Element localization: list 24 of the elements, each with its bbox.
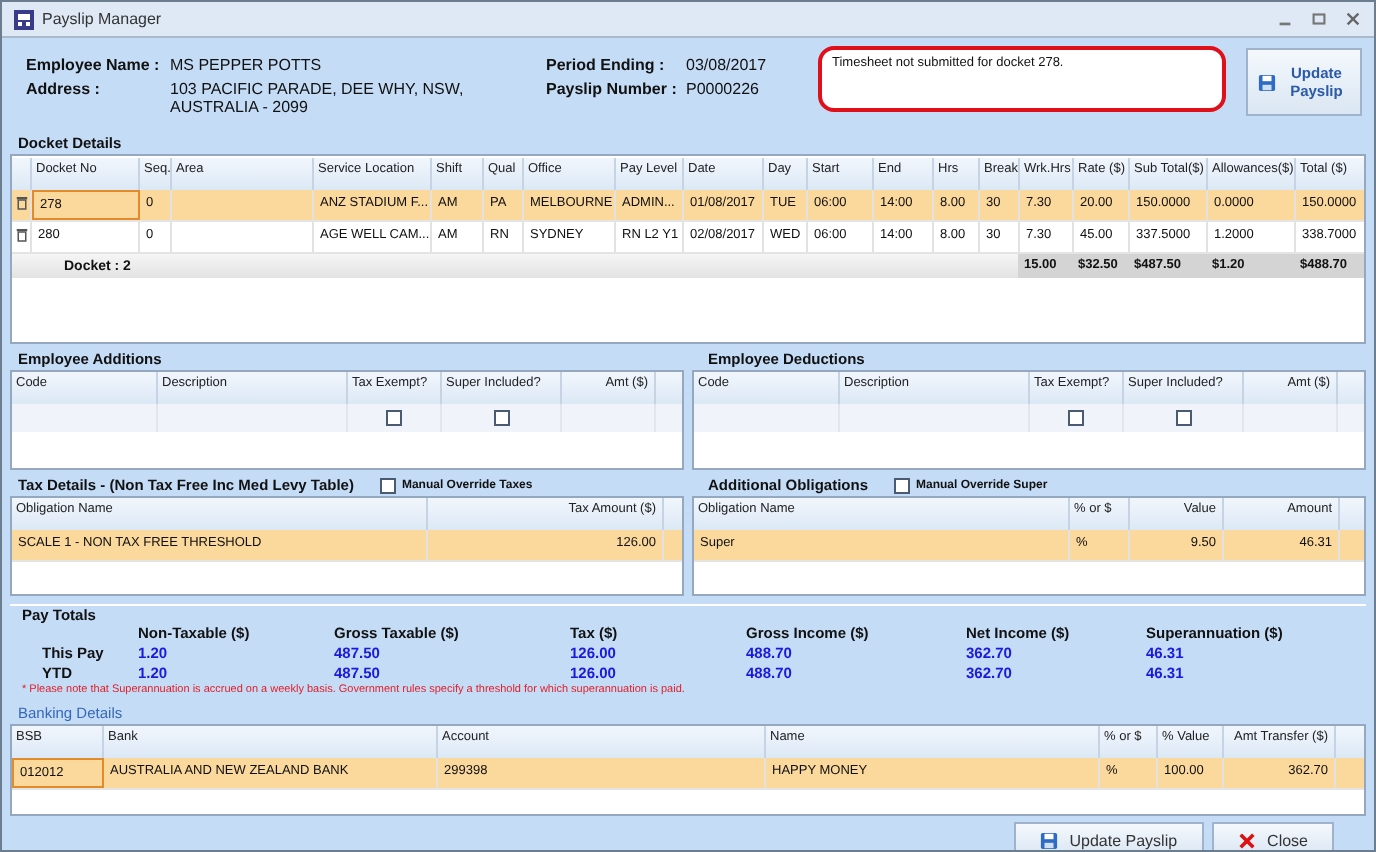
employee-name: MS PEPPER POTTS: [170, 56, 324, 74]
update-payslip-button[interactable]: Update Payslip: [1013, 822, 1204, 850]
employee-name-label: Employee Name :: [26, 56, 162, 74]
super-included-checkbox[interactable]: [493, 410, 509, 426]
tax-exempt-checkbox[interactable]: [1068, 410, 1084, 426]
trash-icon[interactable]: [16, 228, 28, 242]
tax-exempt-checkbox[interactable]: [386, 410, 402, 426]
close-icon: [1237, 831, 1256, 849]
trash-icon[interactable]: [16, 196, 28, 210]
super-included-checkbox[interactable]: [1175, 410, 1191, 426]
maximize-icon[interactable]: [1310, 10, 1328, 28]
payslip-number-value: P0000226: [686, 80, 761, 98]
address-label: Address :: [26, 80, 102, 102]
window-title: Payslip Manager: [42, 10, 162, 28]
close-button[interactable]: Close: [1211, 822, 1334, 850]
period-ending-value: 03/08/2017: [686, 56, 769, 74]
payslip-number-label: Payslip Number :: [546, 80, 679, 98]
app-icon: [14, 9, 34, 29]
close-icon[interactable]: [1344, 10, 1362, 28]
save-icon: [1258, 73, 1277, 91]
period-ending-label: Period Ending :: [546, 56, 667, 74]
override-checkbox[interactable]: [379, 478, 396, 494]
address-text: 103 PACIFIC PARADE, DEE WHY, NSW, AUSTRALIA - 2099: [170, 80, 466, 116]
override-checkbox[interactable]: [894, 478, 910, 494]
